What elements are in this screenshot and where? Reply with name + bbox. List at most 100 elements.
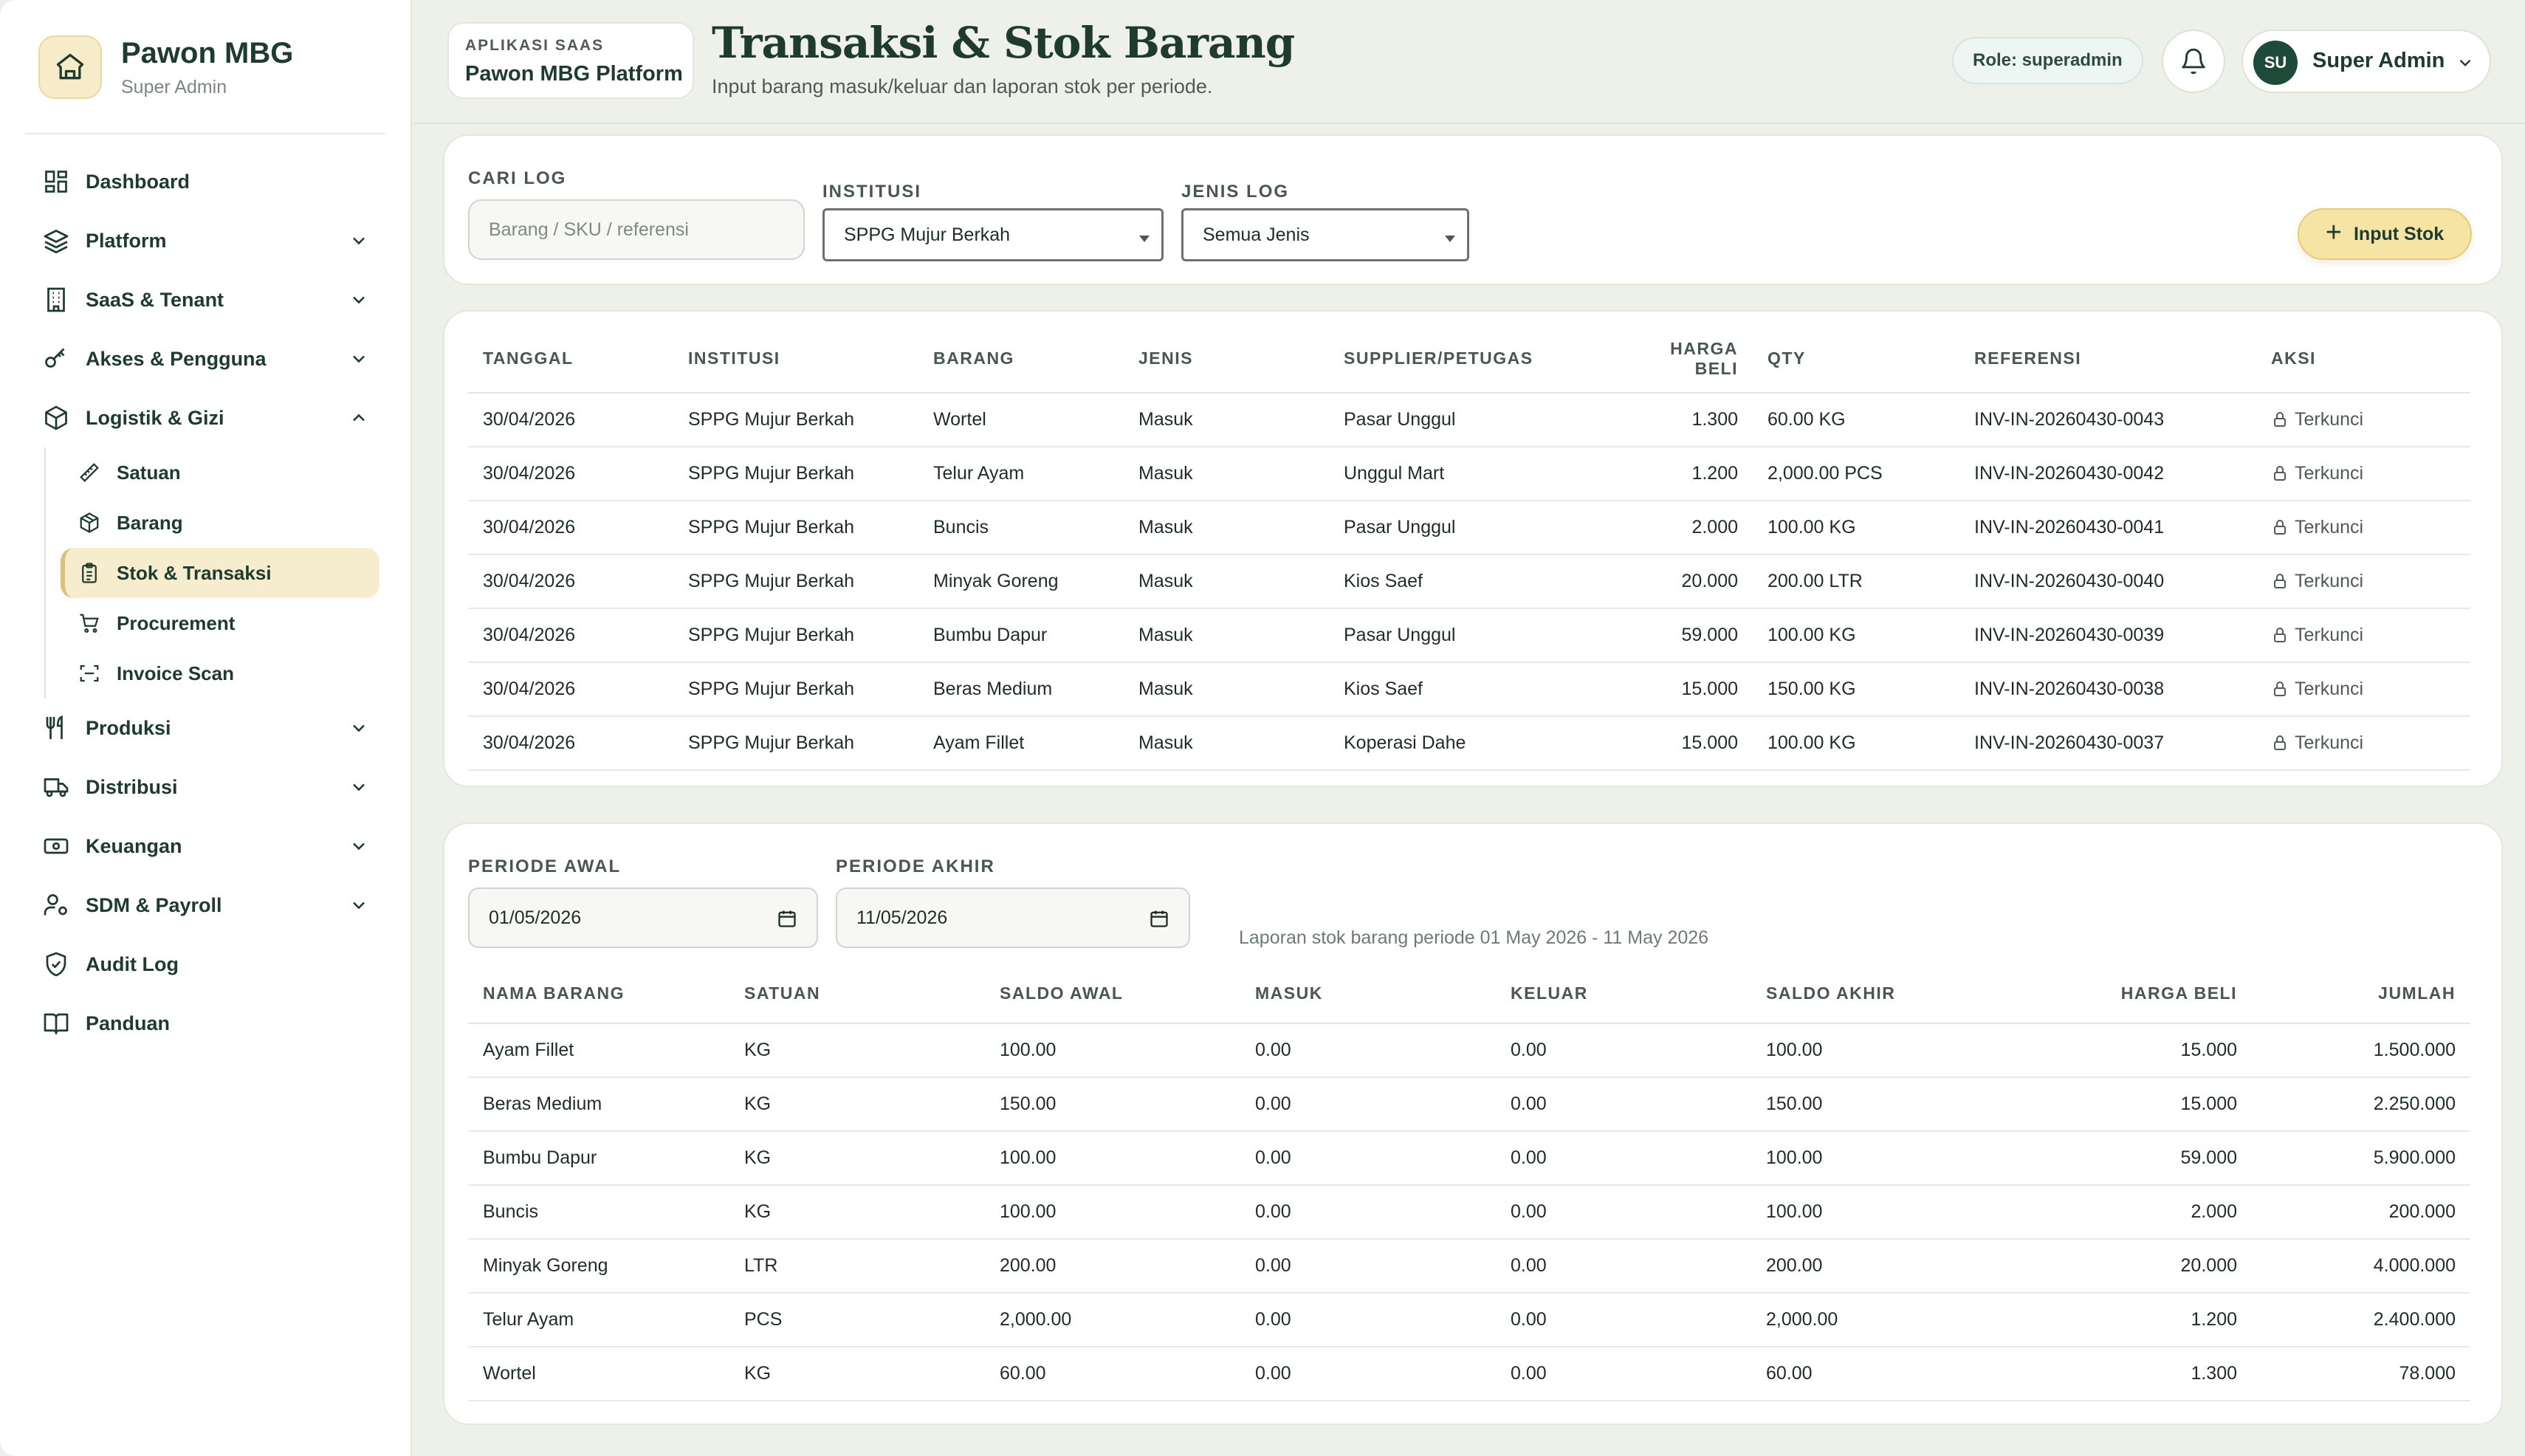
- avatar: SU: [2253, 41, 2298, 85]
- table-cell: 2.000: [1998, 1185, 2252, 1240]
- table-cell: Ayam Fillet: [468, 1023, 729, 1078]
- sidebar-item-satuan[interactable]: Satuan: [61, 447, 379, 498]
- jenis-log-label: JENIS LOG: [1181, 182, 1290, 202]
- jenis-log-select[interactable]: Semua Jenis: [1181, 208, 1469, 261]
- lock-icon: [2274, 466, 2286, 481]
- report-period-note: Laporan stok barang periode 01 May 2026 …: [1239, 927, 1709, 948]
- table-cell: 1.300: [1624, 393, 1753, 447]
- table-cell: Kios Saef: [1329, 554, 1624, 609]
- sidebar-item-saas-tenant[interactable]: SaaS & Tenant: [25, 270, 385, 329]
- user-menu[interactable]: SU Super Admin: [2241, 30, 2491, 93]
- table-cell: INV-IN-20260430-0038: [1959, 662, 2256, 717]
- brand: Pawon MBG Super Admin: [25, 27, 385, 134]
- sidebar-item-invoice-scan[interactable]: Invoice Scan: [61, 648, 379, 698]
- sidebar-item-barang[interactable]: Barang: [61, 498, 379, 548]
- app-switcher[interactable]: APLIKASI SAAS Pawon MBG Platform: [447, 22, 694, 99]
- table-cell: KG: [729, 1023, 985, 1078]
- table-cell: 0.00: [1240, 1077, 1496, 1132]
- chevron-down-icon: [353, 902, 365, 910]
- locked-action[interactable]: Terkunci: [2256, 501, 2470, 555]
- locked-action[interactable]: Terkunci: [2256, 608, 2470, 663]
- page-header: APLIKASI SAAS Pawon MBG Platform Transak…: [413, 0, 2525, 124]
- sidebar-item-dashboard[interactable]: Dashboard: [25, 152, 385, 211]
- table-cell: 0.00: [1496, 1131, 1751, 1186]
- locked-action[interactable]: Terkunci: [2256, 554, 2470, 609]
- table-cell: 2.250.000: [2252, 1077, 2470, 1132]
- logistik-subnav: Satuan Barang Stok & Transaksi Procureme…: [44, 447, 385, 698]
- table-cell: 1.200: [1998, 1293, 2252, 1347]
- periode-akhir-label: PERIODE AKHIR: [836, 856, 995, 876]
- sidebar-item-panduan[interactable]: Panduan: [25, 994, 385, 1053]
- table-cell: 0.00: [1496, 1023, 1751, 1078]
- stock-log-card: TANGGAL INSTITUSI BARANG JENIS SUPPLIER/…: [443, 310, 2503, 787]
- table-cell: SPPG Mujur Berkah: [673, 393, 918, 447]
- chevron-down-icon: [353, 783, 365, 791]
- table-row: 30/04/2026 SPPG Mujur Berkah Minyak Goreng…: [468, 554, 2470, 609]
- table-cell: KG: [729, 1131, 985, 1186]
- locked-label: Terkunci: [2295, 732, 2364, 753]
- table-cell: 30/04/2026: [468, 447, 673, 501]
- periode-awal-input[interactable]: 01/05/2026: [468, 887, 818, 948]
- table-cell: 0.00: [1496, 1347, 1751, 1401]
- locked-action[interactable]: Terkunci: [2256, 662, 2470, 717]
- clipboard-icon: [77, 560, 102, 586]
- chevron-down-icon: [353, 355, 365, 363]
- page-subtitle: Input barang masuk/keluar dan laporan st…: [712, 75, 1213, 97]
- sidebar-item-procurement[interactable]: Procurement: [61, 598, 379, 648]
- sidebar-item-sdm-payroll[interactable]: SDM & Payroll: [25, 876, 385, 935]
- column-header: BARANG: [918, 325, 1124, 394]
- table-cell: SPPG Mujur Berkah: [673, 447, 918, 501]
- column-header: SUPPLIER/PETUGAS: [1329, 325, 1624, 394]
- column-header: INSTITUSI: [673, 325, 918, 394]
- column-header: MASUK: [1240, 964, 1496, 1024]
- table-cell: 100.00: [1751, 1131, 1998, 1186]
- table-cell: 60.00: [985, 1347, 1240, 1401]
- table-cell: INV-IN-20260430-0040: [1959, 554, 2256, 609]
- table-cell: 2,000.00 PCS: [1753, 447, 1959, 501]
- table-cell: Kios Saef: [1329, 662, 1624, 717]
- utensils-icon: [41, 713, 71, 743]
- sidebar-item-label: SaaS & Tenant: [86, 288, 224, 311]
- table-cell: 0.00: [1240, 1293, 1496, 1347]
- table-cell: LTR: [729, 1239, 985, 1294]
- table-cell: Pasar Unggul: [1329, 393, 1624, 447]
- sidebar-item-distribusi[interactable]: Distribusi: [25, 758, 385, 817]
- sidebar-item-produksi[interactable]: Produksi: [25, 698, 385, 758]
- table-row: 30/04/2026 SPPG Mujur Berkah Ayam Fillet Ma…: [468, 716, 2470, 771]
- periode-akhir-input[interactable]: 11/05/2026: [836, 887, 1190, 948]
- sidebar-item-label: Invoice Scan: [117, 662, 234, 684]
- layers-icon: [41, 226, 71, 255]
- lock-icon: [2274, 735, 2286, 750]
- sidebar-item-label: Platform: [86, 229, 167, 252]
- calendar-icon: [1150, 910, 1168, 927]
- chevron-down-icon: [2459, 59, 2471, 66]
- locked-action[interactable]: Terkunci: [2256, 393, 2470, 447]
- table-cell: 59.000: [1624, 608, 1753, 663]
- sidebar-item-audit-log[interactable]: Audit Log: [25, 935, 385, 994]
- search-input[interactable]: Barang / SKU / referensi: [468, 199, 805, 260]
- locked-action[interactable]: Terkunci: [2256, 447, 2470, 501]
- periode-awal-label: PERIODE AWAL: [468, 856, 622, 876]
- table-row: Bumbu Dapur KG 100.00 0.00 0.00 100.00 59.000 5…: [468, 1131, 2470, 1186]
- sidebar-item-keuangan[interactable]: Keuangan: [25, 817, 385, 876]
- input-stok-button[interactable]: + Input Stok: [2298, 208, 2472, 260]
- table-cell: Masuk: [1124, 554, 1329, 609]
- sidebar-item-stok-transaksi[interactable]: Stok & Transaksi: [61, 548, 379, 598]
- cash-icon: [41, 831, 71, 861]
- table-cell: 30/04/2026: [468, 608, 673, 663]
- table-row: Minyak Goreng LTR 200.00 0.00 0.00 200.00 20.0…: [468, 1239, 2470, 1294]
- sidebar-item-logistik-gizi[interactable]: Logistik & Gizi: [25, 388, 385, 447]
- plus-icon: +: [2325, 217, 2342, 248]
- sidebar-item-label: SDM & Payroll: [86, 893, 222, 916]
- table-cell: Ayam Fillet: [918, 716, 1124, 771]
- table-cell: INV-IN-20260430-0043: [1959, 393, 2256, 447]
- notification-button[interactable]: [2162, 30, 2225, 93]
- locked-action[interactable]: Terkunci: [2256, 716, 2470, 771]
- ruler-icon: [77, 460, 102, 485]
- table-cell: Masuk: [1124, 716, 1329, 771]
- sidebar-item-platform[interactable]: Platform: [25, 211, 385, 270]
- sidebar-item-akses-pengguna[interactable]: Akses & Pengguna: [25, 329, 385, 388]
- institusi-select[interactable]: SPPG Mujur Berkah: [822, 208, 1164, 261]
- table-cell: 100.00: [985, 1023, 1240, 1078]
- table-cell: 15.000: [1624, 662, 1753, 717]
